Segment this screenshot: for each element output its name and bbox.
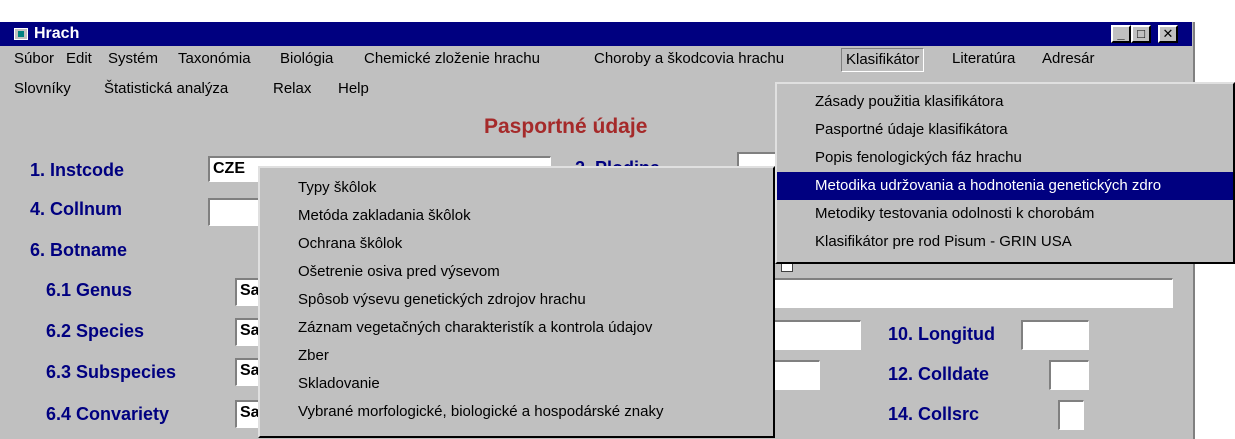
menu-subor[interactable]: Súbor	[14, 50, 54, 67]
submenu-item[interactable]: Záznam vegetačných charakteristík a kont…	[260, 314, 773, 342]
menu-help[interactable]: Help	[338, 80, 369, 97]
app-icon[interactable]	[14, 28, 28, 40]
menu-klasifikator[interactable]: Klasifikátor	[841, 48, 925, 72]
submenu-item[interactable]: Ošetrenie osiva pred výsevom	[260, 258, 773, 286]
submenu-item[interactable]: Vybrané morfologické, biologické a hospo…	[260, 398, 773, 426]
menu-system[interactable]: Systém	[108, 50, 158, 67]
menu-taxonomia[interactable]: Taxonómia	[178, 50, 251, 67]
menu-edit[interactable]: Edit	[66, 50, 92, 67]
menu-choroby[interactable]: Choroby a škodcovia hrachu	[594, 50, 784, 67]
genus-label: 6.1 Genus	[46, 280, 133, 300]
species-label: 6.2 Species	[46, 321, 145, 341]
metodika-submenu: Typy škôlok Metóda zakladania škôlok Och…	[258, 166, 775, 438]
convariety-label: 6.4 Convariety	[46, 404, 170, 424]
subspecies-label: 6.3 Subspecies	[46, 362, 177, 382]
klasifikator-menu-item[interactable]: Popis fenologických fáz hrachu	[777, 144, 1233, 172]
form-title: Pasportné údaje	[484, 115, 648, 138]
submenu-item[interactable]: Skladovanie	[260, 370, 773, 398]
klasifikator-menu: Zásady použitia klasifikátora Pasportné …	[775, 82, 1235, 264]
window-title: Hrach	[34, 25, 80, 42]
botname-label: 6. Botname	[30, 240, 128, 260]
menu-relax[interactable]: Relax	[273, 80, 311, 97]
collsrc-label: 14. Collsrc	[888, 404, 980, 424]
minimize-button[interactable]: _	[1111, 25, 1131, 43]
subspecies-extended-input[interactable]	[773, 360, 820, 390]
submenu-item[interactable]: Spôsob výsevu genetických zdrojov hrachu	[260, 286, 773, 314]
instcode-label: 1. Instcode	[30, 160, 125, 180]
klasifikator-menu-item[interactable]: Klasifikátor pre rod Pisum - GRIN USA	[777, 228, 1233, 256]
collnum-input[interactable]	[208, 198, 263, 226]
maximize-icon: □	[1137, 26, 1145, 41]
submenu-item[interactable]: Ochrana škôlok	[260, 230, 773, 258]
menu-chemicke-zlozenie[interactable]: Chemické zloženie hrachu	[364, 50, 540, 67]
title-bar[interactable]: Hrach _ □ ✕	[0, 22, 1192, 46]
collnum-label: 4. Collnum	[30, 199, 123, 219]
submenu-item[interactable]: Typy škôlok	[260, 174, 773, 202]
menu-slovniky[interactable]: Slovníky	[14, 80, 71, 97]
menu-biologia[interactable]: Biológia	[280, 50, 333, 67]
menu-statisticka-analyza[interactable]: Štatistická analýza	[104, 80, 228, 97]
klasifikator-menu-item-highlighted[interactable]: Metodika udržovania a hodnotenia genetic…	[777, 172, 1233, 200]
close-button[interactable]: ✕	[1158, 25, 1178, 43]
colldate-input[interactable]	[1049, 360, 1089, 390]
genus-extended-input[interactable]	[773, 278, 1173, 308]
submenu-item[interactable]: Metóda zakladania škôlok	[260, 202, 773, 230]
submenu-item[interactable]: Zber	[260, 342, 773, 370]
collsrc-input[interactable]	[1058, 400, 1084, 430]
colldate-label: 12. Colldate	[888, 364, 990, 384]
klasifikator-menu-item[interactable]: Zásady použitia klasifikátora	[777, 88, 1233, 116]
menu-literatura[interactable]: Literatúra	[952, 50, 1015, 67]
klasifikator-menu-item[interactable]: Metodiky testovania odolnosti k chorobám	[777, 200, 1233, 228]
maximize-button[interactable]: □	[1131, 25, 1151, 43]
menu-adresar[interactable]: Adresár	[1042, 50, 1095, 67]
klasifikator-menu-item[interactable]: Pasportné údaje klasifikátora	[777, 116, 1233, 144]
minimize-icon: _	[1117, 26, 1125, 41]
close-icon: ✕	[1162, 26, 1174, 41]
menu-bar: Súbor Edit Systém Taxonómia Biológia Che…	[0, 47, 1192, 73]
longitud-label: 10. Longitud	[888, 324, 995, 344]
species-extended-input[interactable]	[773, 320, 861, 350]
longitud-input[interactable]	[1021, 320, 1089, 350]
